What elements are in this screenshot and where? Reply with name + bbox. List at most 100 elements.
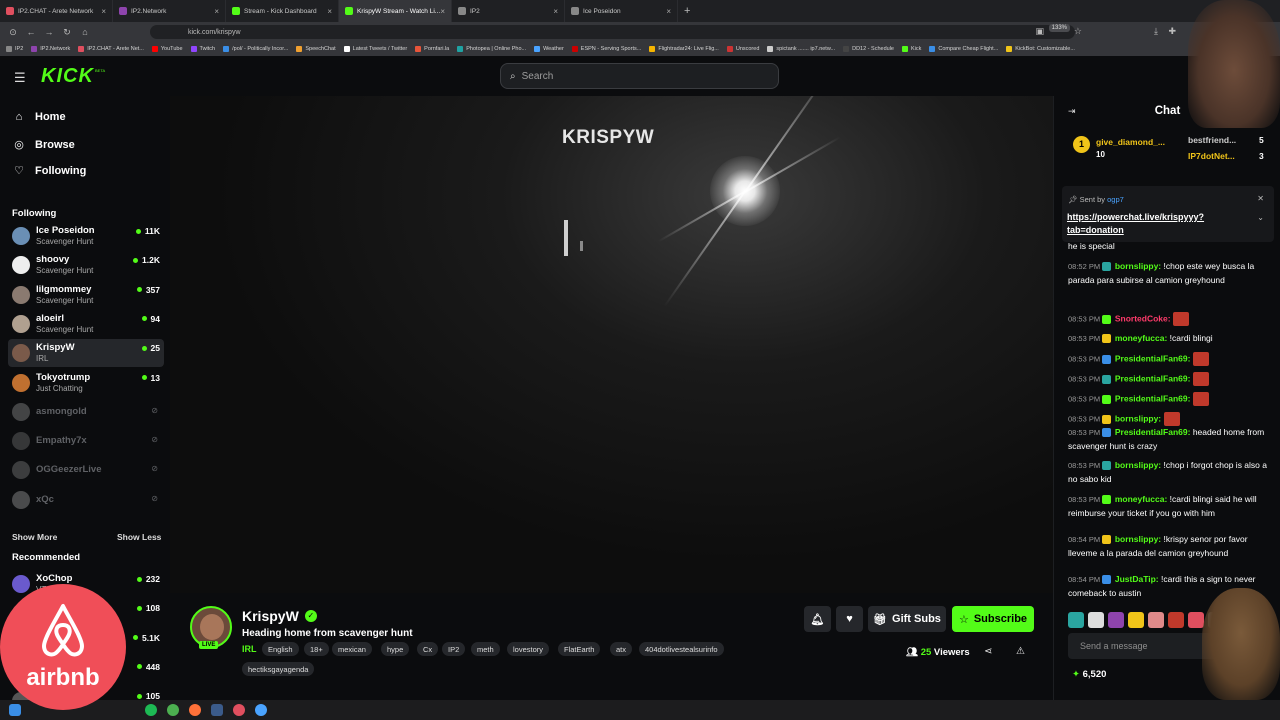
tab-close-icon[interactable]: × [327,7,332,16]
bookmark-item[interactable]: Flightradar24: Live Flig... [649,46,719,52]
stream-tag[interactable]: 404dotlivestealsurinfo [639,642,724,656]
bookmark-item[interactable]: spictank ....... ip7.netw... [767,46,835,52]
show-more-button[interactable]: Show More [12,532,57,542]
stream-tag[interactable]: mexican [332,642,372,656]
message-username[interactable]: moneyfucca: [1115,494,1167,504]
bookmark-item[interactable]: Weather [534,46,564,52]
reload-icon[interactable]: ↻ [58,27,76,38]
sidebar-channel-ice poseidon[interactable]: Ice Poseidon Scavenger Hunt 11K [8,222,164,250]
message-username[interactable]: bornslippy: [1115,261,1161,271]
stream-category[interactable]: IRL [242,644,257,654]
sidebar-channel-krispyw[interactable]: KrispyW IRL 25 [8,339,164,368]
bookmark-item[interactable]: SpeechChat [296,46,336,52]
bookmark-item[interactable]: Twitch [190,46,215,52]
stream-tag[interactable]: IP2 [442,642,466,656]
share-icon[interactable]: ⋖ [984,646,992,657]
new-tab-icon[interactable]: + [684,5,690,17]
bookmark-item[interactable]: Unscored [726,46,759,52]
gift-subs-button[interactable]: 🎁︎ Gift Subs [868,606,946,632]
sidebar-channel-oggeezerlive[interactable]: OGGeezerLive ⊘ [8,456,164,484]
kick-logo[interactable]: KICK [41,65,94,88]
stream-tag[interactable]: atx [610,642,633,656]
bookmark-item[interactable]: DD12 - Schedule [843,46,894,52]
bookmark-item[interactable]: IP2 [6,46,23,52]
bookmark-item[interactable]: KickBot: Customizable... [1006,46,1075,52]
back-icon[interactable]: ← [22,27,40,37]
stream-tag[interactable]: meth [471,642,500,656]
video-player[interactable]: KRISPYW [170,96,1053,593]
bookmark-item[interactable]: IP2.CHAT - Arete Net... [78,46,144,52]
steam-icon[interactable] [211,704,223,716]
channel-points[interactable]: ✦ 6,520 [1072,669,1106,680]
app-icon[interactable] [233,704,245,716]
message-username[interactable]: bornslippy: [1115,413,1161,423]
browser-menu-icon[interactable]: ⊙ [4,27,22,38]
nav-home[interactable]: ⌂ Home [12,111,66,123]
emote-icon[interactable] [1148,612,1164,628]
star-icon[interactable]: ☆ [1074,26,1082,37]
browser-tab[interactable]: IP2.Network × [113,0,226,22]
browser-tab[interactable]: IP2 × [452,0,565,22]
nav-following[interactable]: ♡ Following [12,164,86,178]
message-username[interactable]: moneyfucca: [1115,333,1167,343]
message-username[interactable]: SnortedCoke: [1115,313,1171,323]
spotify-icon[interactable] [145,704,157,716]
message-username[interactable]: PresidentialFan69: [1115,353,1191,363]
pinned-user[interactable]: ogp7 [1107,195,1124,204]
stream-tag[interactable]: lovestory [507,642,550,656]
sidebar-channel-shoovy[interactable]: shoovy Scavenger Hunt 1.2K [8,251,164,279]
emote-icon[interactable] [1168,612,1184,628]
message-username[interactable]: JustDaTip: [1115,574,1159,584]
bookmark-item[interactable]: /pol/ - Politically Incor... [223,46,288,52]
bookmark-item[interactable]: ESPN - Serving Sports... [571,46,641,52]
subscribe-button[interactable]: ☆ Subscribe [952,606,1034,632]
bookmark-item[interactable]: IP2.Network [31,46,70,52]
browser-tab[interactable]: Stream - Kick Dashboard × [226,0,339,22]
app-icon[interactable] [255,704,267,716]
leaderboard-user[interactable]: IP7dotNet... [1188,151,1235,161]
tab-close-icon[interactable]: × [101,7,106,16]
report-icon[interactable]: ⚠ [1016,646,1025,657]
streamer-name[interactable]: KrispyW ✓ [242,608,317,624]
extensions-icon[interactable]: ✚ [1168,26,1176,37]
bookmark-item[interactable]: Latest Tweets / Twitter [343,46,407,52]
search-input[interactable]: ⌕ Search [500,63,779,89]
leaderboard-user[interactable]: give_diamond_... [1096,137,1165,147]
sidebar-channel-aloeirl[interactable]: aloeirl Scavenger Hunt 94 [8,310,164,338]
leaderboard-user[interactable]: bestfriend... [1188,135,1236,145]
firefox-icon[interactable] [189,704,201,716]
stream-tag[interactable]: 18+ [304,642,329,656]
bookmark-item[interactable]: Compare Cheap Flight... [929,46,998,52]
nav-browse[interactable]: ◎ Browse [12,138,75,152]
follow-button[interactable]: ♥ [836,606,863,632]
message-username[interactable]: bornslippy: [1115,534,1161,544]
tab-close-icon[interactable]: × [666,7,671,16]
emote-icon[interactable] [1128,612,1144,628]
forward-icon[interactable]: → [40,27,58,37]
windows-start-icon[interactable] [9,704,21,716]
message-username[interactable]: bornslippy: [1115,460,1161,470]
show-less-button[interactable]: Show Less [117,532,161,542]
bookmark-item[interactable]: Pornfari.la [415,46,449,52]
stream-tag[interactable]: hectiksgayagenda [242,662,315,676]
stream-tag[interactable]: English [262,642,299,656]
message-username[interactable]: PresidentialFan69: [1115,393,1191,403]
pinned-link[interactable]: https://powerchat.live/krispyyy?tab=dona… [1067,211,1227,237]
browser-tab[interactable]: KrispyW Stream - Watch Li... × [339,0,452,22]
browser-tab[interactable]: Ice Poseidon × [565,0,678,22]
emote-icon[interactable] [1108,612,1124,628]
bookmark-item[interactable]: Kick [901,46,921,52]
sidebar-channel-xqc[interactable]: xQc ⊘ [8,486,164,514]
sidebar-channel-tokyotrump[interactable]: Tokyotrump Just Chatting 13 [8,369,164,397]
browser-tab[interactable]: IP2.CHAT - Arete Network × [0,0,113,22]
sidebar-channel-lilgmommey[interactable]: lilgmommey Scavenger Hunt 357 [8,281,164,309]
notification-button[interactable]: 🔔︎ [804,606,831,632]
zoom-level[interactable]: 133% [1048,24,1070,32]
chevron-down-icon[interactable]: ⌄ [1257,213,1264,222]
menu-icon[interactable]: ☰ [14,70,26,86]
message-username[interactable]: PresidentialFan69: [1115,373,1191,383]
tab-close-icon[interactable]: × [214,7,219,16]
home-browser-icon[interactable]: ⌂ [76,27,94,37]
sidebar-channel-asmongold[interactable]: asmongold ⊘ [8,398,164,426]
stream-tag[interactable]: hype [381,642,410,656]
